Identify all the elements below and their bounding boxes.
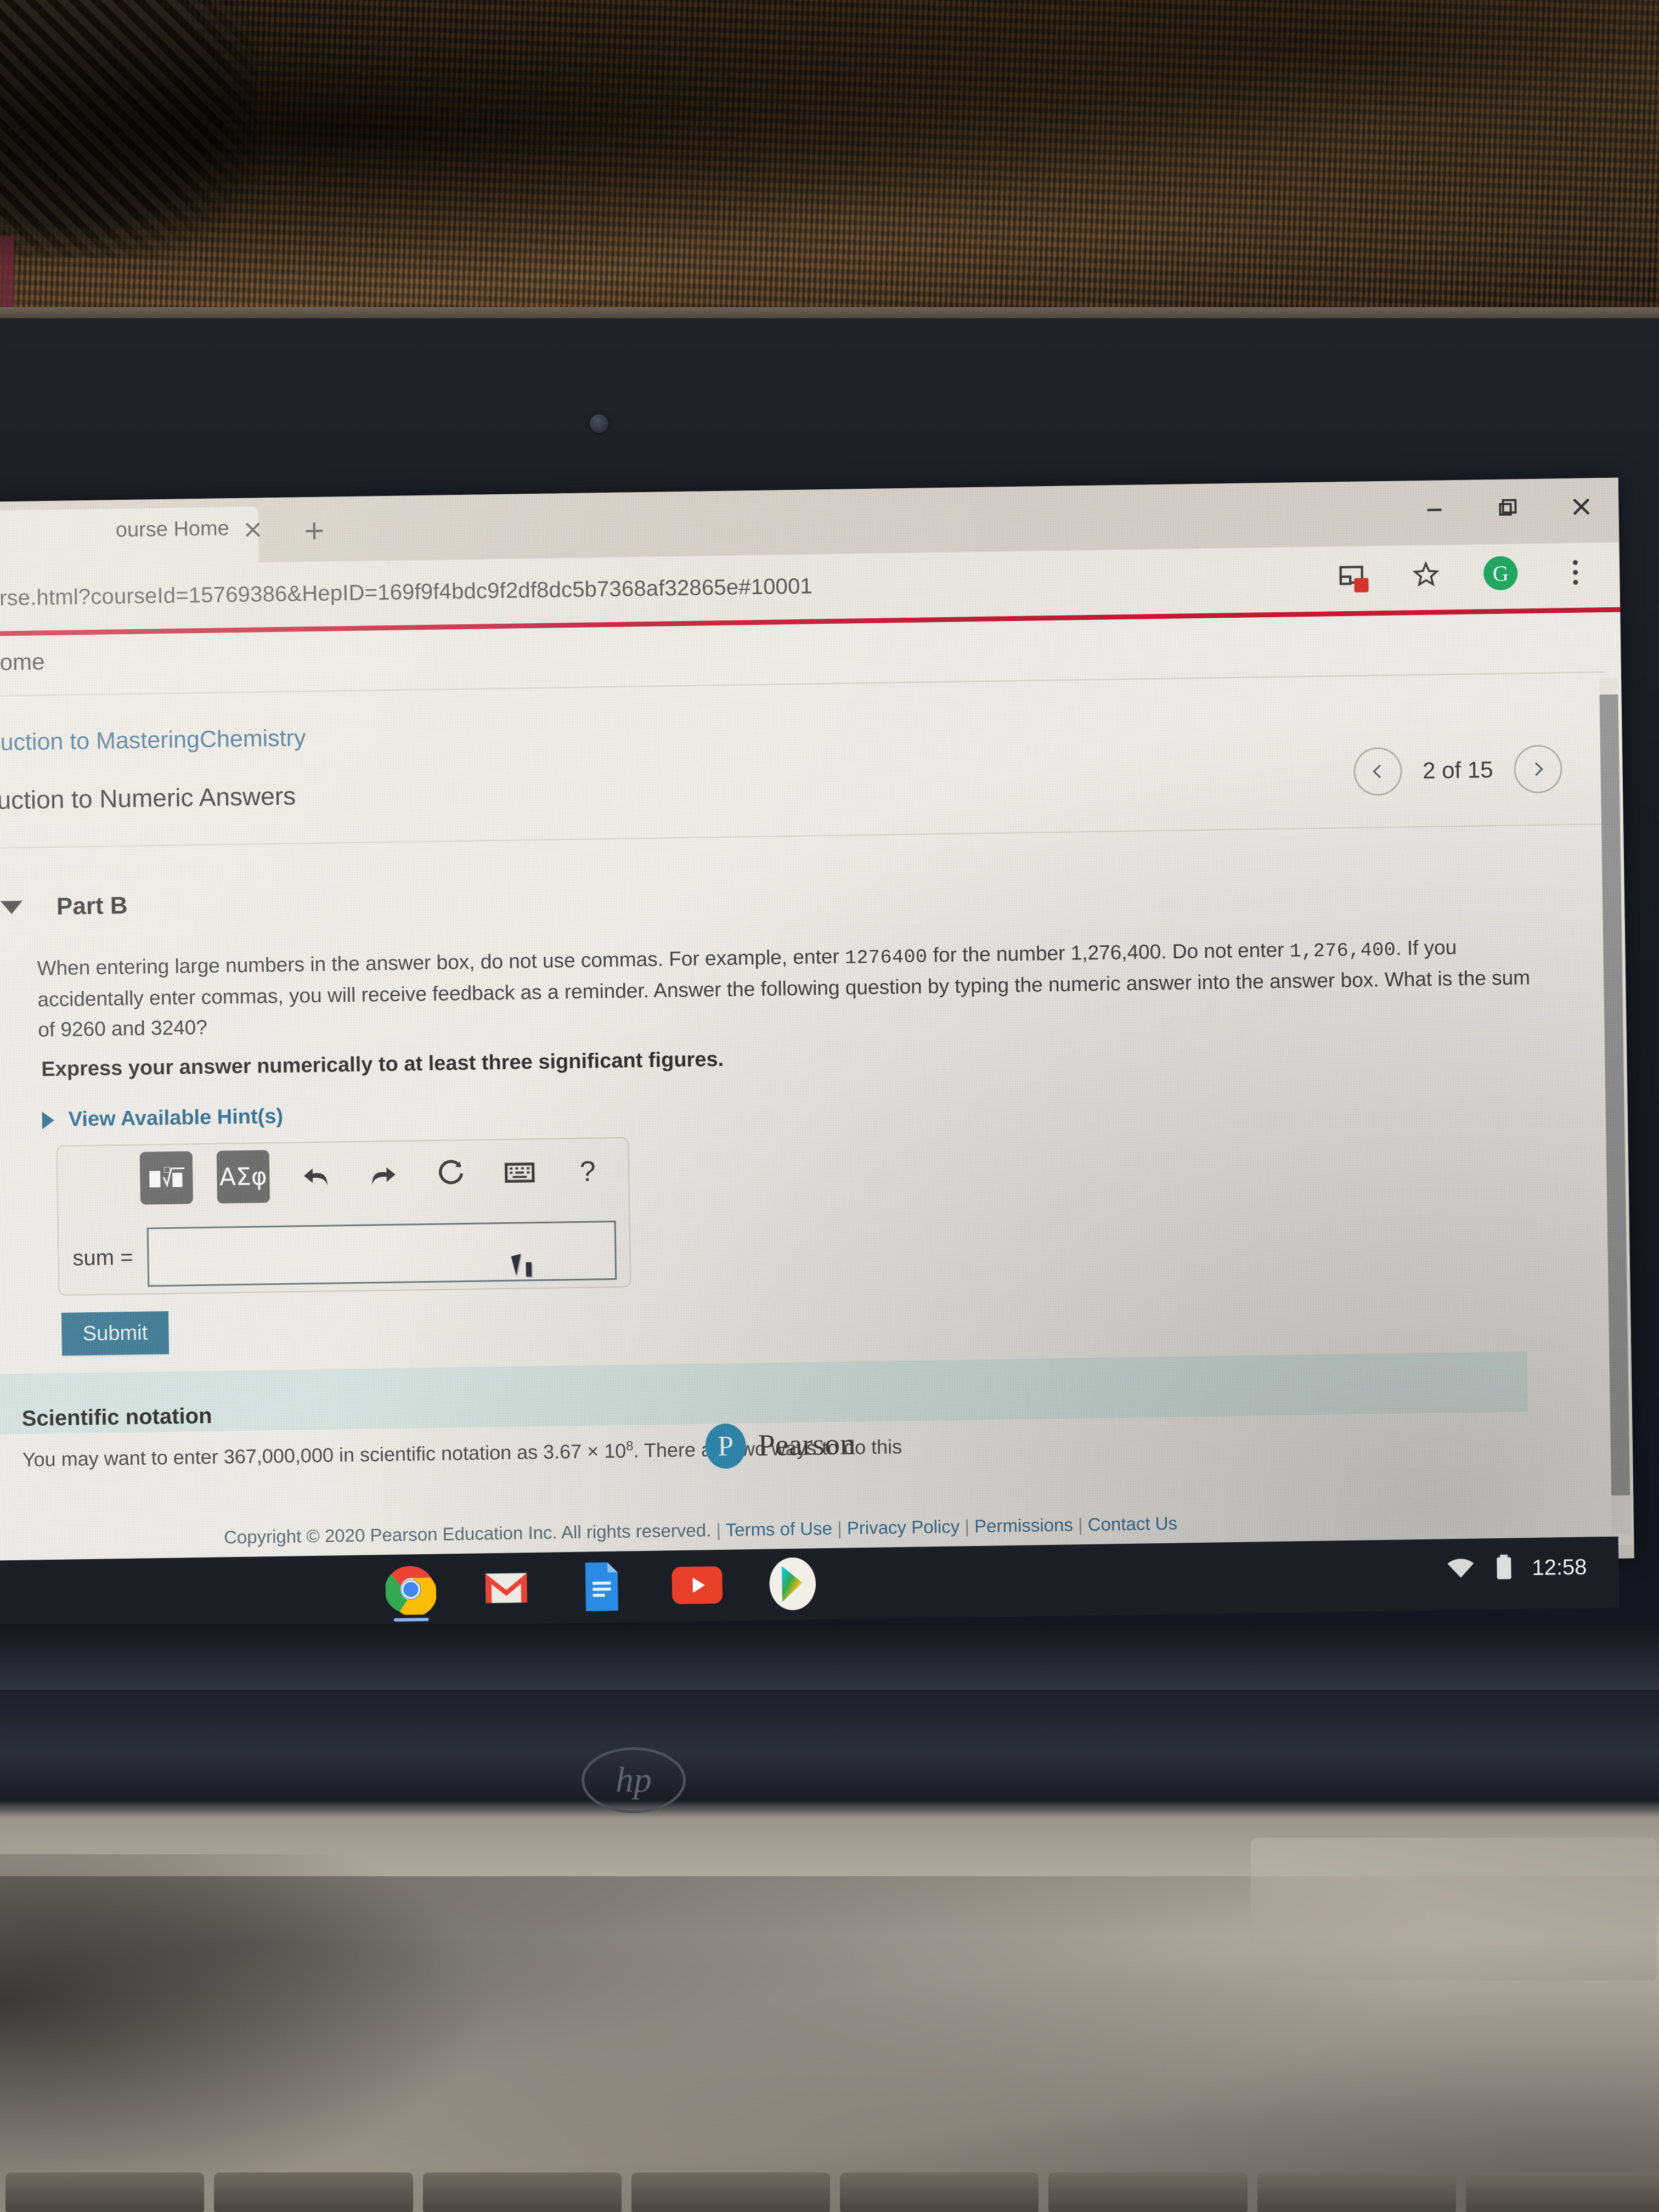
key[interactable] [1465,2172,1659,2212]
gmail-icon[interactable] [479,1561,533,1615]
new-tab-button[interactable] [296,513,332,549]
footer-link-privacy[interactable]: Privacy Policy [847,1516,960,1538]
sci-notation-band [0,1351,1528,1435]
play-store-icon[interactable] [766,1557,819,1610]
question-text: When entering large numbers in the answe… [37,932,1552,1045]
window-controls [1419,491,1597,524]
math-toolbar: □ ΑΣφ ? [139,1145,610,1205]
help-button[interactable]: ? [566,1149,610,1194]
window-close-icon[interactable] [1566,491,1597,522]
answer-widget: □ ΑΣφ ? sum = [56,1137,631,1296]
laptop-screen: ourse Home /course.html?courseId=1576938… [0,477,1634,1583]
tab-close-icon[interactable] [236,513,269,546]
footer-link-terms[interactable]: Terms of Use [725,1518,832,1540]
keyboard-icon[interactable] [498,1150,542,1195]
question-mid1: for the number 1,276,400. Do not enter [927,938,1290,967]
footer-separator-2: | [837,1517,842,1538]
submit-button[interactable]: Submit [61,1311,170,1356]
laptop-hinge [0,1624,1659,1690]
google-docs-icon[interactable] [575,1560,628,1613]
greek-symbols-button[interactable]: ΑΣφ [216,1150,270,1204]
part-label: Part B [56,892,128,920]
wifi-icon[interactable] [1445,1555,1476,1583]
key[interactable] [631,2172,830,2212]
key[interactable] [1257,2172,1456,2212]
sci-body-exponent: 8 [625,1438,634,1454]
sci-notation-heading: Scientific notation [21,1403,212,1431]
key[interactable] [422,2172,622,2212]
part-header[interactable]: Part B [0,892,128,921]
omnibox-icons: G [1333,554,1594,594]
key[interactable] [214,2172,413,2212]
webcam-icon [590,414,608,433]
question-mono-bad-example: 1,276,400 [1289,939,1396,963]
caret-right-icon [42,1111,54,1129]
key[interactable] [5,2172,205,2212]
view-hints-link[interactable]: View Available Hint(s) [42,1105,283,1132]
pager-label: 2 of 15 [1422,757,1493,783]
tab-title: ourse Home [115,517,230,542]
footer-separator-4: | [1077,1514,1083,1535]
answer-input[interactable] [146,1220,617,1287]
pager-next-button[interactable] [1513,744,1563,794]
question-pre: When entering large numbers in the answe… [37,945,845,980]
answer-field-label: sum = [72,1245,133,1271]
system-tray[interactable]: 12:58 [1445,1553,1587,1585]
help-glyph: ? [579,1155,596,1188]
answer-input-row: sum = [72,1220,617,1288]
sci-body-pre: You may want to enter 367,000,000 in sci… [22,1439,627,1471]
footer-copyright-row: Copyright © 2020 Pearson Education Inc. … [224,1513,1177,1548]
hp-logo: hp [582,1747,686,1813]
three-dot-menu-icon[interactable] [1557,554,1594,590]
pearson-mark: P [705,1423,747,1469]
pager-prev-button[interactable] [1353,747,1402,796]
photo-scene: ourse Home /course.html?courseId=1576938… [0,0,1659,2212]
cast-icon[interactable] [1333,557,1370,594]
divider-top [0,672,1605,697]
answer-instruction: Express your answer numerically to at le… [41,1047,724,1081]
profile-avatar[interactable]: G [1482,555,1519,591]
pearson-wordmark: Pearson [758,1427,856,1463]
view-hints-label: View Available Hint(s) [68,1104,284,1131]
redo-arrow-icon[interactable] [362,1153,406,1197]
undo-arrow-icon[interactable] [294,1153,338,1198]
key[interactable] [840,2172,1039,2212]
restore-icon[interactable] [1492,492,1523,523]
greek-symbols-label: ΑΣφ [219,1162,268,1192]
math-template-button[interactable]: □ [139,1151,194,1205]
battery-icon[interactable] [1494,1553,1514,1583]
keyboard-row [0,2172,1659,2212]
shelf-app-icons [384,1557,819,1616]
copyright-text: Copyright © 2020 Pearson Education Inc. … [223,1520,712,1548]
question-pager: 2 of 15 [1353,744,1563,796]
cast-badge [1354,578,1369,592]
avatar-initial: G [1483,556,1518,591]
background-couch [0,0,1659,346]
course-link[interactable]: troduction to MasteringChemistry [0,725,306,757]
address-bar[interactable]: /course.html?courseId=15769386&HepID=169… [0,574,812,611]
chrome-icon[interactable] [384,1563,437,1616]
footer-link-permissions[interactable]: Permissions [974,1515,1073,1537]
minimize-icon[interactable] [1419,493,1450,524]
divider-title [0,823,1607,849]
assignment-title: roduction to Numeric Answers [0,781,296,815]
youtube-icon[interactable] [670,1559,724,1612]
bookmark-star-icon[interactable] [1408,556,1444,592]
chrome-active-indicator [393,1617,429,1622]
photo-vignette [0,1854,494,2212]
footer-separator-3: | [964,1516,970,1537]
footer-separator-1: | [716,1520,721,1541]
question-mono-example: 1276400 [844,946,928,969]
breadcrumb[interactable]: e Home [0,648,45,676]
couch-pattern-patch [0,0,258,258]
footer-link-contact[interactable]: Contact Us [1087,1513,1177,1534]
shelf-clock[interactable]: 12:58 [1532,1555,1587,1581]
caret-down-icon[interactable] [0,900,23,915]
page-content: e Home troduction to MasteringChemistry … [0,612,1634,1569]
key[interactable] [1048,2172,1248,2212]
pearson-logo: P Pearson [705,1421,855,1469]
reset-circle-icon[interactable] [430,1152,474,1196]
